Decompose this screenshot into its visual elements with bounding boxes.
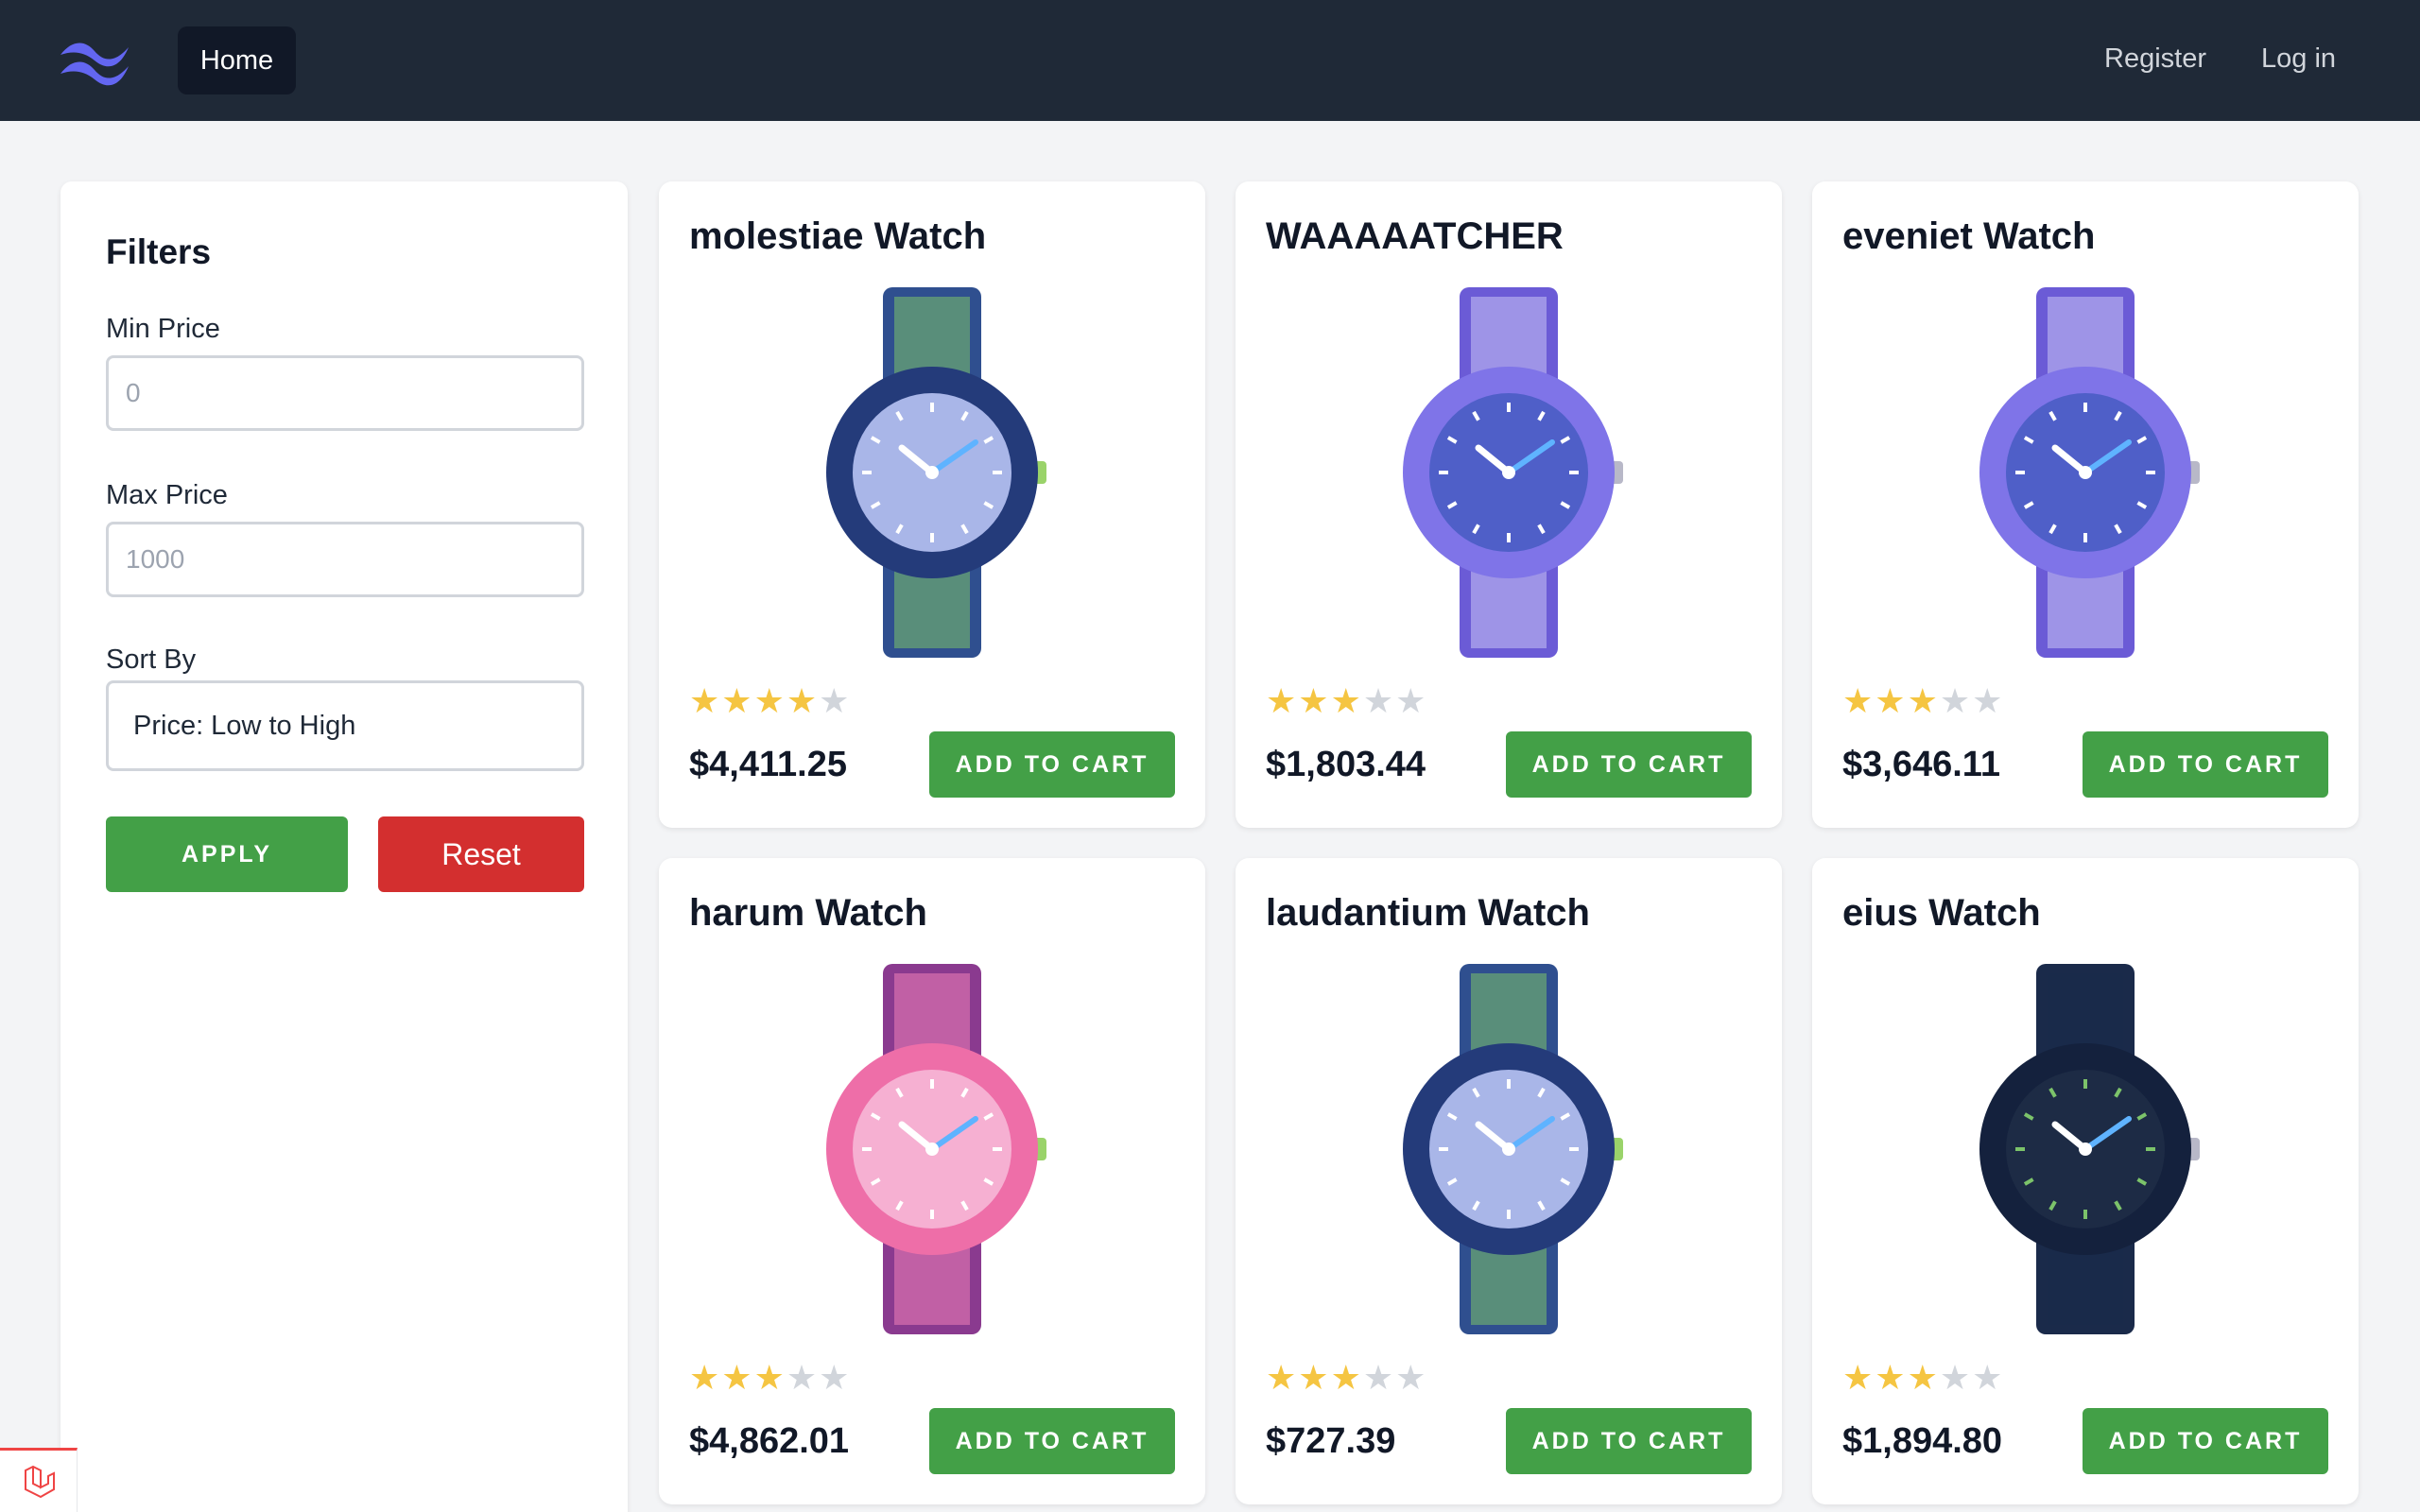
product-name[interactable]: laudantium Watch	[1266, 892, 1590, 935]
product-rating: ★ ★ ★ ★ ★	[1266, 682, 1426, 720]
min-price-label: Min Price	[106, 314, 220, 344]
login-link[interactable]: Log in	[2261, 43, 2336, 75]
star-icon: ★	[786, 681, 818, 720]
product-card: eveniet Watch ★ ★ ★ ★ ★ $3,646.11 ADD TO CAR…	[1812, 181, 2359, 828]
star-icon: ★	[1907, 681, 1938, 720]
product-image[interactable]	[1367, 964, 1651, 1334]
sort-by-value: Price: Low to High	[133, 710, 356, 741]
star-icon: ★	[721, 1358, 752, 1397]
product-price: $727.39	[1266, 1421, 1396, 1461]
home-nav-button[interactable]: Home	[178, 26, 296, 94]
add-to-cart-button[interactable]: ADD TO CART	[929, 731, 1175, 798]
product-card: eius Watch ★ ★ ★ ★ ★ $1,894.80 ADD TO CART	[1812, 858, 2359, 1504]
add-to-cart-button[interactable]: ADD TO CART	[2083, 731, 2328, 798]
min-price-input[interactable]	[106, 355, 584, 431]
star-icon: ★	[1298, 1358, 1329, 1397]
star-icon: ★	[1972, 1358, 2003, 1397]
product-image[interactable]	[1944, 964, 2227, 1334]
star-icon: ★	[819, 1358, 850, 1397]
add-to-cart-button[interactable]: ADD TO CART	[1506, 731, 1752, 798]
sort-by-label: Sort By	[106, 644, 197, 675]
star-icon: ★	[1395, 1358, 1426, 1397]
star-icon: ★	[753, 681, 785, 720]
add-to-cart-button[interactable]: ADD TO CART	[929, 1408, 1175, 1474]
product-price: $3,646.11	[1842, 745, 2000, 784]
product-rating: ★ ★ ★ ★ ★	[1842, 1359, 2002, 1397]
product-image[interactable]	[790, 964, 1074, 1334]
product-card: harum Watch ★ ★ ★ ★ ★ $4,862.01 ADD TO CART	[659, 858, 1205, 1504]
max-price-label: Max Price	[106, 480, 228, 510]
product-card: laudantium Watch ★ ★ ★ ★ ★ $727.39 ADD TO CA…	[1236, 858, 1782, 1504]
star-icon: ★	[1395, 681, 1426, 720]
top-navbar: Home Register Log in	[0, 0, 2420, 121]
star-icon: ★	[1266, 681, 1297, 720]
product-price: $1,803.44	[1266, 745, 1426, 784]
product-price: $1,894.80	[1842, 1421, 2003, 1461]
product-rating: ★ ★ ★ ★ ★	[689, 1359, 849, 1397]
product-name[interactable]: WAAAAATCHER	[1266, 215, 1564, 258]
star-icon: ★	[689, 1358, 720, 1397]
tailwind-logo-icon[interactable]	[57, 34, 132, 87]
add-to-cart-button[interactable]: ADD TO CART	[1506, 1408, 1752, 1474]
star-icon: ★	[1298, 681, 1329, 720]
star-icon: ★	[1330, 1358, 1361, 1397]
filters-title: Filters	[106, 232, 212, 271]
filters-panel: Filters Min Price Max Price Sort By Pric…	[60, 181, 628, 1512]
product-rating: ★ ★ ★ ★ ★	[1842, 682, 2002, 720]
star-icon: ★	[1875, 681, 1906, 720]
star-icon: ★	[1907, 1358, 1938, 1397]
star-icon: ★	[1939, 1358, 1971, 1397]
product-image[interactable]	[790, 287, 1074, 658]
star-icon: ★	[1972, 681, 2003, 720]
star-icon: ★	[1875, 1358, 1906, 1397]
star-icon: ★	[1362, 681, 1394, 720]
product-image[interactable]	[1944, 287, 2227, 658]
max-price-input[interactable]	[106, 522, 584, 597]
star-icon: ★	[1362, 1358, 1394, 1397]
product-image[interactable]	[1367, 287, 1651, 658]
star-icon: ★	[721, 681, 752, 720]
star-icon: ★	[786, 1358, 818, 1397]
product-card: molestiae Watch ★ ★ ★ ★ ★ $4,411.25 ADD TO C…	[659, 181, 1205, 828]
add-to-cart-button[interactable]: ADD TO CART	[2083, 1408, 2328, 1474]
laravel-debug-icon[interactable]	[0, 1448, 78, 1512]
star-icon: ★	[1266, 1358, 1297, 1397]
product-name[interactable]: molestiae Watch	[689, 215, 986, 258]
star-icon: ★	[689, 681, 720, 720]
star-icon: ★	[1939, 681, 1971, 720]
register-link[interactable]: Register	[2104, 43, 2206, 75]
sort-by-select[interactable]: Price: Low to High	[106, 680, 584, 771]
product-price: $4,862.01	[689, 1421, 850, 1461]
star-icon: ★	[1330, 681, 1361, 720]
product-name[interactable]: eveniet Watch	[1842, 215, 2095, 258]
product-name[interactable]: eius Watch	[1842, 892, 2041, 935]
star-icon: ★	[753, 1358, 785, 1397]
product-rating: ★ ★ ★ ★ ★	[689, 682, 849, 720]
product-rating: ★ ★ ★ ★ ★	[1266, 1359, 1426, 1397]
reset-filters-button[interactable]: Reset	[378, 816, 584, 892]
star-icon: ★	[1842, 681, 1874, 720]
product-name[interactable]: harum Watch	[689, 892, 927, 935]
star-icon: ★	[819, 681, 850, 720]
star-icon: ★	[1842, 1358, 1874, 1397]
apply-filters-button[interactable]: APPLY	[106, 816, 348, 892]
product-card: WAAAAATCHER ★ ★ ★ ★ ★ $1,803.44 ADD TO CART	[1236, 181, 1782, 828]
product-price: $4,411.25	[689, 745, 847, 784]
